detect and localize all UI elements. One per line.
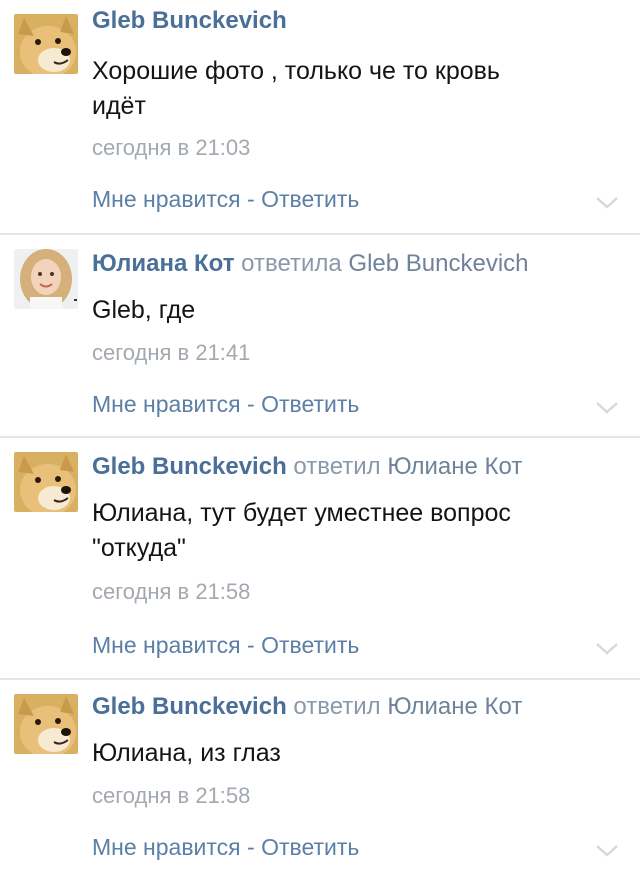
action-separator: - [240, 834, 262, 860]
author-name[interactable]: Gleb Bunckevich [92, 453, 287, 480]
comment-text: Юлиана, из глаз [92, 736, 602, 771]
reply-verb: ответил [293, 453, 381, 480]
doge-avatar[interactable] [14, 694, 78, 754]
comment-item: Gleb Bunckevich ответил Юлиане Кот Юлиан… [0, 680, 640, 875]
action-separator: - [240, 632, 262, 658]
author-name[interactable]: Gleb Bunckevich [92, 7, 287, 34]
comment-item: Юлиана Кот ответила Gleb Bunckevich Gleb… [0, 235, 640, 435]
comment-timestamp: сегодня в 21:58 [92, 783, 251, 808]
like-link[interactable]: Мне нравится [92, 186, 241, 212]
comment-text: Юлиана, тут будет уместнее вопрос "откуд… [92, 496, 602, 566]
chevron-down-icon[interactable] [595, 401, 619, 415]
author-name[interactable]: Юлиана Кот [92, 250, 234, 277]
comment-actions: Мне нравится - Ответить [92, 184, 359, 214]
reply-verb: ответила [241, 250, 342, 277]
doge-avatar[interactable] [14, 452, 78, 512]
chevron-down-icon[interactable] [595, 642, 619, 656]
reply-target-name[interactable]: Юлиане Кот [387, 453, 522, 480]
comment-header: Gleb Bunckevich ответил Юлиане Кот [92, 692, 522, 722]
comment-header: Gleb Bunckevich ответил Юлиане Кот [92, 452, 522, 482]
comment-timestamp: сегодня в 21:58 [92, 579, 251, 604]
chevron-down-icon[interactable] [595, 844, 619, 858]
comment-timestamp: сегодня в 21:41 [92, 340, 251, 365]
reply-link[interactable]: Ответить [261, 632, 359, 658]
comment-item: Gleb Bunckevich ответил Юлиане Кот Юлиан… [0, 438, 640, 678]
comment-actions: Мне нравится - Ответить [92, 832, 359, 862]
comment-header: Gleb Bunckevich [92, 6, 287, 36]
comment-actions: Мне нравится - Ответить [92, 389, 359, 419]
comment-timestamp: сегодня в 21:03 [92, 135, 251, 160]
action-separator: - [240, 186, 262, 212]
like-link[interactable]: Мне нравится [92, 632, 241, 658]
comment-text-line: идёт [92, 92, 146, 120]
comment-item: Gleb Bunckevich Хорошие фото , только че… [0, 0, 640, 232]
girl-photo-avatar[interactable] [14, 249, 78, 309]
like-link[interactable]: Мне нравится [92, 834, 241, 860]
comment-text-line: "откуда" [92, 534, 186, 562]
comment-text-line: Gleb, где [92, 296, 196, 324]
chevron-down-icon[interactable] [595, 196, 619, 210]
comment-text-line: Юлиана, тут будет уместнее вопрос [92, 499, 511, 527]
reply-verb: ответил [293, 693, 381, 720]
author-name[interactable]: Gleb Bunckevich [92, 693, 287, 720]
like-link[interactable]: Мне нравится [92, 391, 241, 417]
comment-text: Хорошие фото , только че то кровь идёт [92, 54, 602, 124]
doge-avatar[interactable] [14, 14, 78, 74]
reply-link[interactable]: Ответить [261, 834, 359, 860]
reply-target-name[interactable]: Gleb Bunckevich [348, 250, 528, 277]
comment-text-line: Юлиана, из глаз [92, 739, 281, 767]
reply-target-name[interactable]: Юлиане Кот [387, 693, 522, 720]
reply-link[interactable]: Ответить [261, 186, 359, 212]
comment-text: Gleb, где [92, 293, 602, 328]
comment-text-line: Хорошие фото , только че то кровь [92, 57, 500, 85]
reply-link[interactable]: Ответить [261, 391, 359, 417]
comment-actions: Мне нравится - Ответить [92, 630, 359, 660]
comment-header: Юлиана Кот ответила Gleb Bunckevich [92, 249, 529, 279]
action-separator: - [240, 391, 262, 417]
